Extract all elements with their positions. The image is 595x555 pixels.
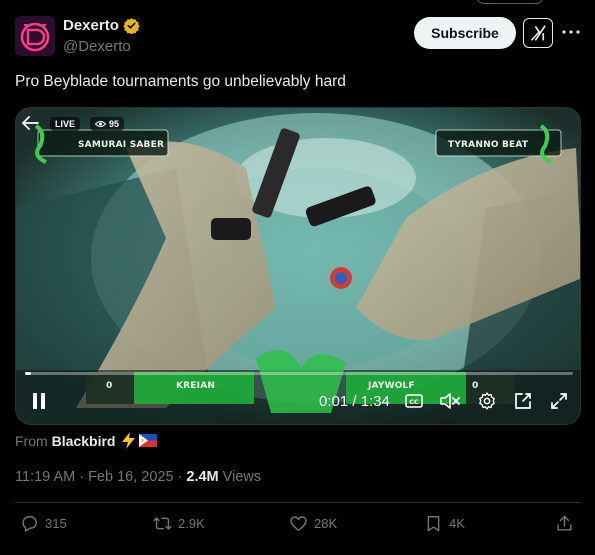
- source-name[interactable]: Blackbird: [52, 433, 116, 449]
- popout-icon: [515, 393, 531, 409]
- like-count: 28K: [314, 516, 338, 531]
- reply-icon: [22, 516, 37, 532]
- divider: [15, 502, 581, 503]
- more-options-icon[interactable]: [561, 22, 581, 42]
- mute-button[interactable]: [437, 388, 463, 414]
- tweet-text: Pro Beyblade tournaments go unbelievably…: [15, 73, 346, 90]
- share-icon: [557, 515, 572, 531]
- viewer-count-number: 95: [109, 119, 120, 129]
- video-controls: 0:01 / 1:34 CC: [16, 386, 580, 416]
- action-bar: 315 2.9K 28K 4K: [15, 514, 581, 540]
- tweet-meta: 11:19 AM · Feb 16, 2025 · 2.4M Views: [15, 469, 261, 485]
- timestamp[interactable]: 11:19 AM · Feb 16, 2025 ·: [15, 469, 182, 485]
- pause-icon: [33, 393, 45, 409]
- gear-icon: [479, 392, 495, 410]
- views-count: 2.4M: [186, 469, 219, 485]
- bookmark-icon: [427, 516, 440, 532]
- live-badge: LIVE: [50, 117, 81, 131]
- grok-icon: [531, 25, 546, 41]
- reply-count: 315: [45, 516, 67, 531]
- eye-icon: [95, 121, 106, 127]
- progress-fill: [25, 372, 32, 375]
- popout-button[interactable]: [510, 388, 536, 414]
- heart-icon: [290, 516, 307, 531]
- tweet-header: Dexerto @Dexerto Subscribe: [15, 14, 581, 60]
- settings-button[interactable]: [474, 388, 500, 414]
- svg-text:CC: CC: [409, 398, 419, 406]
- views-label: Views: [222, 469, 262, 485]
- subscribe-button[interactable]: Subscribe: [414, 17, 516, 49]
- bookmark-button[interactable]: 4K: [424, 514, 465, 533]
- source-emojis: [121, 432, 158, 449]
- fullscreen-icon: [551, 393, 567, 409]
- previous-element-edge: [476, 0, 544, 4]
- dexerto-logo-icon: [15, 16, 55, 56]
- viewer-count: 95: [90, 117, 125, 131]
- player-left-name: SAMURAI SABER: [78, 140, 165, 150]
- verified-badge-icon[interactable]: [123, 17, 140, 34]
- repost-button[interactable]: 2.9K: [153, 514, 205, 533]
- philippines-flag-icon: [139, 434, 158, 447]
- reply-button[interactable]: 315: [20, 514, 67, 533]
- progress-bar[interactable]: [25, 372, 573, 375]
- source-prefix: From: [15, 432, 48, 449]
- lightning-icon: [122, 432, 136, 449]
- video-frame: [16, 108, 580, 424]
- time-display: 0:01 / 1:34: [319, 393, 390, 410]
- share-button[interactable]: [555, 514, 574, 533]
- handle[interactable]: @Dexerto: [63, 38, 131, 55]
- back-arrow-icon[interactable]: [20, 114, 40, 132]
- player-right-name: TYRANNO BEAT: [448, 140, 529, 150]
- repost-icon: [153, 517, 172, 530]
- fullscreen-button[interactable]: [546, 388, 572, 414]
- bookmark-count: 4K: [449, 516, 465, 531]
- display-name[interactable]: Dexerto: [63, 17, 119, 34]
- source-line: From Blackbird: [15, 432, 158, 449]
- repost-count: 2.9K: [178, 516, 205, 531]
- grok-button[interactable]: [523, 18, 553, 48]
- like-button[interactable]: 28K: [289, 514, 337, 533]
- pause-button[interactable]: [26, 388, 52, 414]
- captions-icon: CC: [405, 394, 423, 408]
- video-player[interactable]: LIVE 95 SAMURAI SABER TYRANNO BEAT KREIA…: [15, 107, 581, 425]
- muted-speaker-icon: [440, 393, 460, 409]
- name-row: Dexerto: [63, 17, 140, 34]
- avatar[interactable]: [15, 16, 55, 56]
- captions-button[interactable]: CC: [401, 388, 427, 414]
